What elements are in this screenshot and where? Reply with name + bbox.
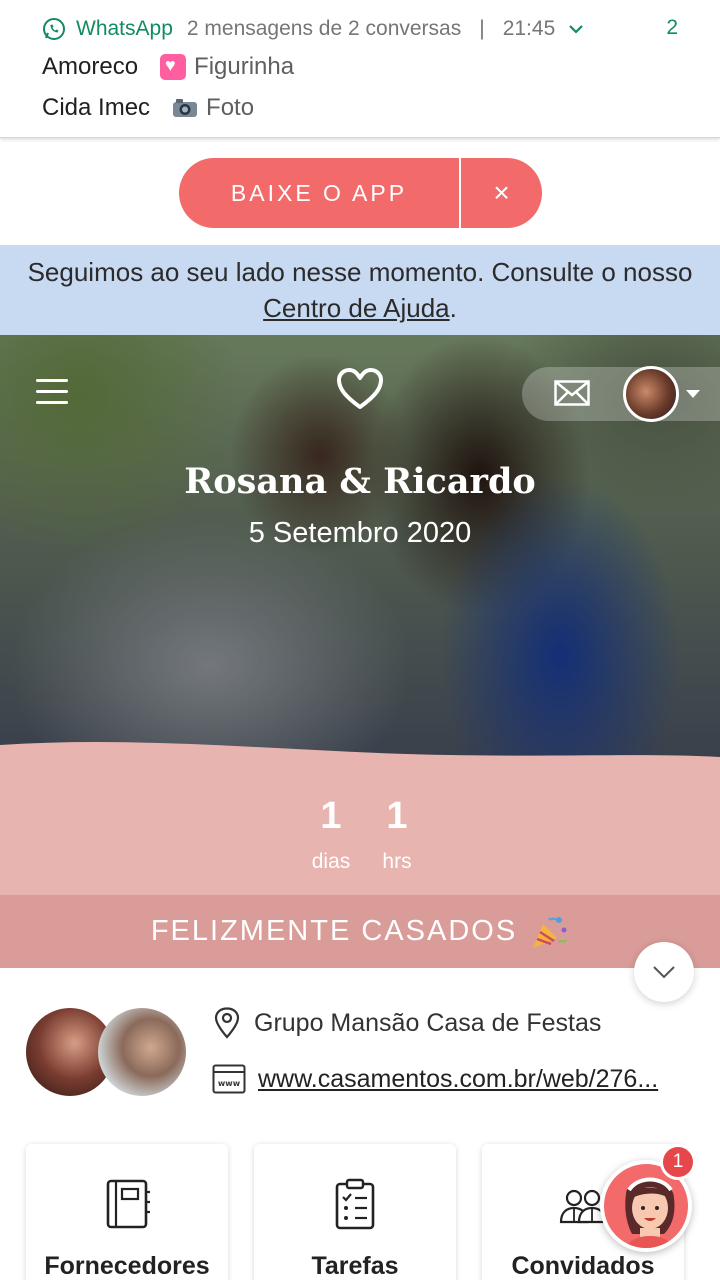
caret-down-icon[interactable] [686,390,700,398]
notification-header: WhatsApp 2 mensagens de 2 conversas | 21… [42,15,584,43]
heart-logo-icon[interactable] [336,367,384,411]
message-text: Figurinha [194,53,295,80]
website-icon: www [212,1064,246,1094]
card-tarefas[interactable]: Tarefas [254,1144,456,1280]
expand-chevron-icon[interactable] [569,24,584,34]
card-fornecedores[interactable]: Fornecedores [26,1144,228,1280]
checklist-icon [335,1178,375,1230]
help-text: Seguimos ao seu lado nesse momento. Cons… [27,257,693,287]
married-status-banner: FELIZMENTE CASADOS [0,895,720,968]
notification-badge: 1 [660,1144,696,1180]
venue-name: Grupo Mansão Casa de Festas [254,1008,602,1037]
venue-row: Grupo Mansão Casa de Festas [212,1007,601,1039]
hours-value: 1 [386,795,408,837]
website-row[interactable]: www www.casamentos.com.br/web/276... [212,1064,700,1094]
notification-count: 2 [666,16,678,39]
svg-text:www: www [218,1079,241,1088]
notification-message[interactable]: Cida Imec Foto [42,94,254,122]
card-label: Tarefas [311,1252,399,1280]
notification-summary: 2 mensagens de 2 conversas [186,17,462,40]
couple-names: Rosana & Ricardo [184,461,536,502]
couple-photo-avatar [98,1008,186,1096]
help-center-link[interactable]: Centro de Ajuda [263,293,449,323]
party-popper-icon [533,916,567,948]
download-app-button[interactable]: BAIXE O APP [179,158,459,228]
heart-sticker-icon [160,54,187,80]
days-label: dias [311,850,351,873]
user-avatar[interactable] [623,366,679,422]
notification-app-name: WhatsApp [76,17,173,40]
married-status-text: FELIZMENTE CASADOS [150,915,518,947]
card-label: Convidados [511,1252,655,1280]
notebook-icon [106,1179,150,1229]
website-link[interactable]: www.casamentos.com.br/web/276... [258,1065,700,1094]
hero-wave-divider [0,742,720,765]
wedding-hero: Rosana & Ricardo 5 Setembro 2020 [0,335,720,765]
help-notice: Seguimos ao seu lado nesse momento. Cons… [0,245,720,335]
close-banner-button[interactable]: × [461,158,542,228]
scroll-down-button[interactable] [634,942,694,1002]
help-text-end: . [449,293,457,323]
hours-label: hrs [382,850,412,873]
notification-time: 21:45 [502,17,556,40]
download-app-banner: BAIXE O APP × [179,158,542,228]
wedding-date: 5 Setembro 2020 [248,517,472,549]
mail-icon[interactable] [554,380,590,406]
chevron-down-icon [653,966,675,979]
countdown-hours: 1 hrs [372,795,422,874]
countdown: 1 dias 1 hrs [0,765,720,895]
message-sender: Amoreco [42,53,139,80]
location-pin-icon [214,1007,240,1039]
days-value: 1 [320,795,342,837]
whatsapp-icon [43,18,65,40]
menu-icon[interactable] [36,379,68,405]
whatsapp-notification[interactable]: WhatsApp 2 mensagens de 2 conversas | 21… [0,0,720,138]
message-sender: Cida Imec [42,94,151,121]
camera-icon [173,99,198,117]
notification-separator: | [479,17,485,40]
card-label: Fornecedores [44,1252,210,1280]
message-text: Foto [206,94,255,121]
notification-message[interactable]: Amoreco Figurinha [42,53,294,81]
countdown-days: 1 dias [306,795,356,874]
